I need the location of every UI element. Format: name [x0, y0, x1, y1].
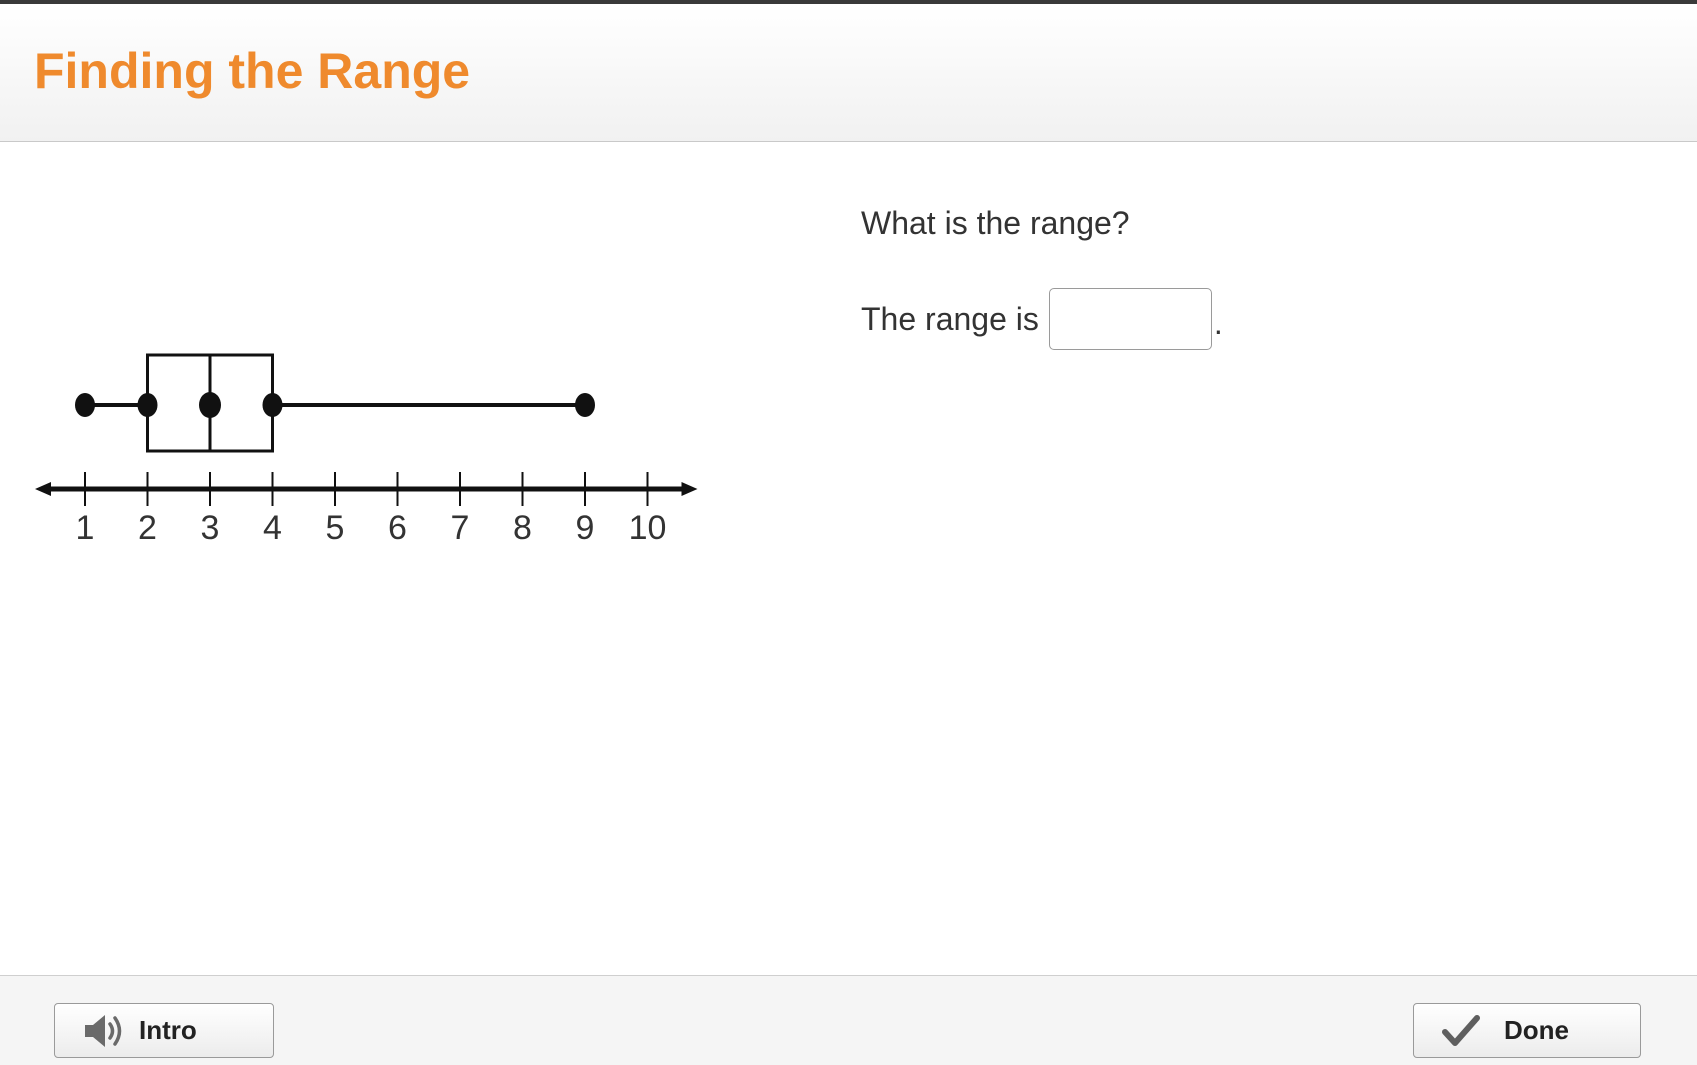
- done-button[interactable]: Done: [1413, 1003, 1641, 1058]
- tick-label: 10: [629, 509, 667, 547]
- tick-label: 7: [451, 509, 470, 547]
- max-point: [575, 393, 595, 417]
- axis-arrow-right: [681, 482, 698, 496]
- range-answer-input[interactable]: [1048, 288, 1212, 350]
- q3-point: [262, 393, 283, 417]
- tick-label: 5: [326, 509, 345, 547]
- tick-label: 3: [201, 509, 220, 547]
- answer-label: The range is: [861, 300, 1039, 337]
- question-prompt: What is the range?: [861, 205, 1130, 241]
- page: Finding the Range 1 2 3 4 5 6 7 8 9 10 What is th…: [0, 0, 1697, 1065]
- tick-label: 6: [388, 509, 407, 547]
- tick-label: 2: [138, 509, 157, 547]
- done-label: Done: [1504, 1015, 1569, 1045]
- box-plot: 1 2 3 4 5 6 7 8 9 10: [35, 353, 698, 547]
- tick-label: 4: [263, 509, 282, 547]
- tick-label: 1: [76, 509, 95, 547]
- answer-period: .: [1213, 305, 1223, 341]
- axis-arrow-left: [35, 482, 51, 496]
- checkmark-icon: [1442, 1014, 1480, 1048]
- median-point: [199, 392, 221, 418]
- speaker-icon: [83, 1011, 125, 1051]
- tick-label: 9: [576, 509, 595, 547]
- answer-row: The range is .: [861, 288, 1223, 350]
- min-point: [75, 393, 95, 417]
- tick-label: 8: [513, 509, 532, 547]
- intro-button[interactable]: Intro: [54, 1003, 274, 1058]
- q1-point: [137, 393, 158, 417]
- header: Finding the Range: [0, 4, 1697, 142]
- footer: Intro Done: [0, 975, 1697, 1065]
- intro-label: Intro: [139, 1015, 197, 1045]
- page-title: Finding the Range: [34, 43, 471, 99]
